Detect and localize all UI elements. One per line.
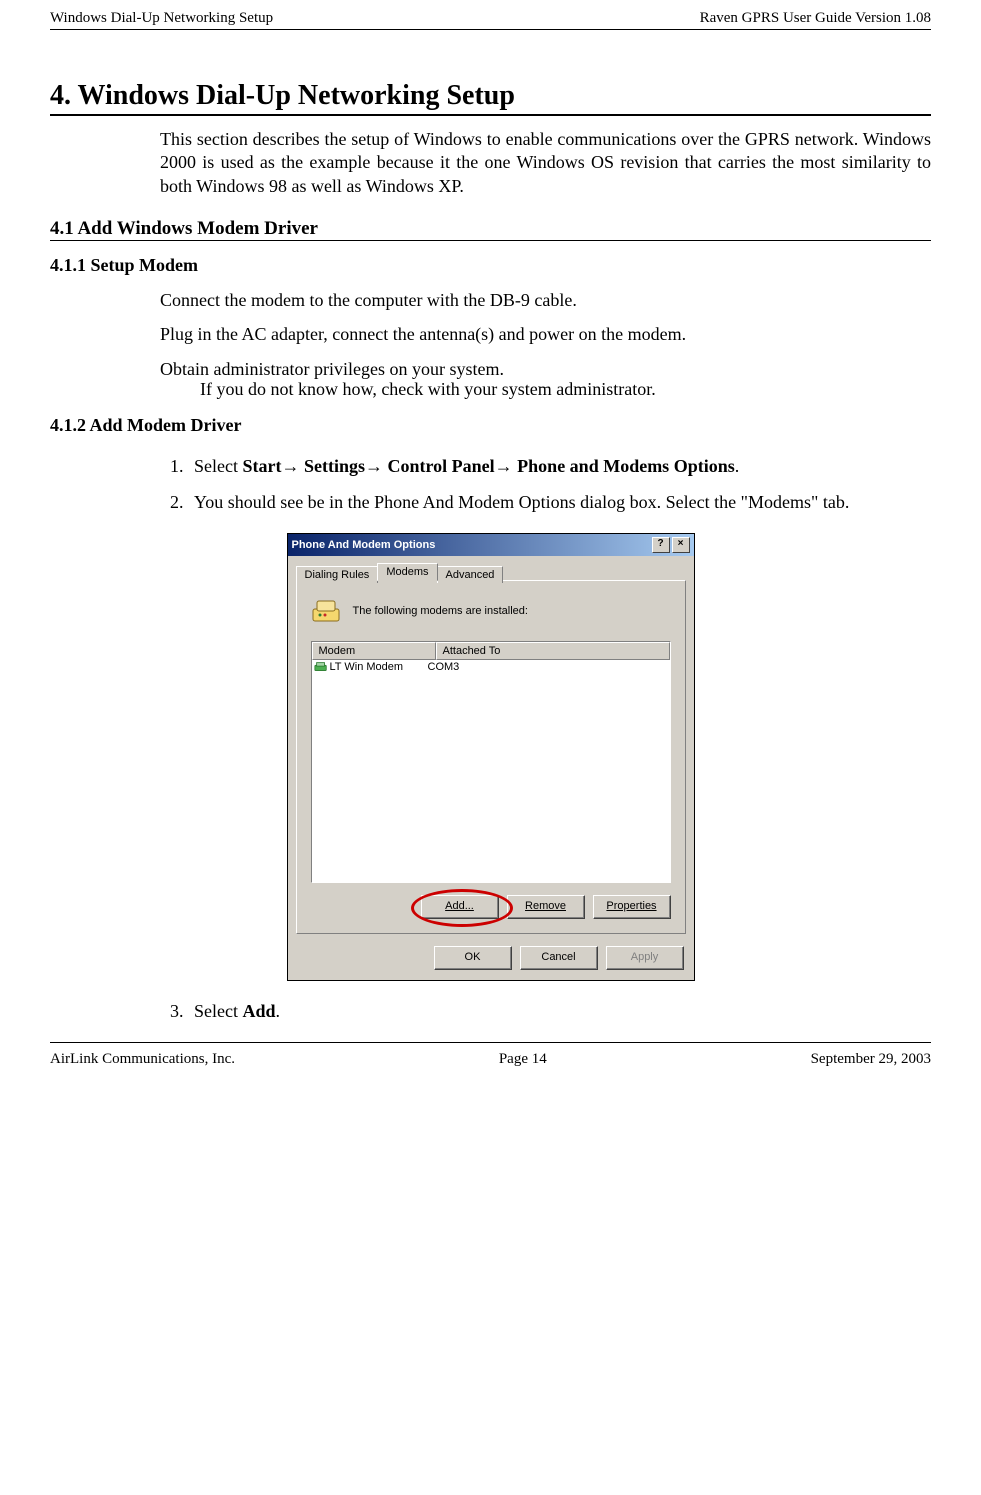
- subsection-rule: [50, 240, 931, 241]
- bold-text: Start: [242, 456, 281, 476]
- header-rule: [50, 29, 931, 30]
- bold-text: Control Panel: [383, 456, 495, 476]
- subsection-4-1-2-title: 4.1.2 Add Modem Driver: [50, 415, 931, 436]
- footer-left: AirLink Communications, Inc.: [50, 1051, 235, 1068]
- modem-name: LT Win Modem: [330, 661, 404, 673]
- add-button[interactable]: Add...: [421, 895, 499, 919]
- arrow-icon: →: [495, 456, 513, 476]
- footer-right: September 29, 2003: [811, 1051, 931, 1068]
- cancel-button[interactable]: Cancel: [520, 946, 598, 970]
- dialog-screenshot: Phone And Modem Options ? × Dialing Rule…: [50, 533, 931, 981]
- dialog-titlebar: Phone And Modem Options ? ×: [288, 534, 694, 556]
- numbered-list-continued: Select Add.: [160, 999, 931, 1024]
- dialog-title: Phone And Modem Options: [292, 539, 436, 551]
- page-header: Windows Dial-Up Networking Setup Raven G…: [50, 10, 931, 29]
- modem-port: COM3: [428, 661, 668, 673]
- header-left: Windows Dial-Up Networking Setup: [50, 10, 273, 27]
- text: .: [276, 1001, 281, 1021]
- bold-text: Add: [242, 1001, 275, 1021]
- subsection-4-1-title: 4.1 Add Windows Modem Driver: [50, 218, 931, 240]
- text: Select: [194, 1001, 242, 1021]
- tab-advanced[interactable]: Advanced: [437, 566, 504, 583]
- modem-item-icon: [314, 661, 328, 673]
- section-rule: [50, 114, 931, 116]
- column-attached-to[interactable]: Attached To: [436, 642, 670, 660]
- text: .: [735, 456, 740, 476]
- help-button[interactable]: ?: [652, 537, 670, 553]
- list-item: Select Start→ Settings→ Control Panel→ P…: [188, 454, 931, 479]
- apply-button[interactable]: Apply: [606, 946, 684, 970]
- installed-modems-label: The following modems are installed:: [353, 605, 528, 617]
- bold-text: Phone and Modems Options: [513, 456, 735, 476]
- page-footer: AirLink Communications, Inc. Page 14 Sep…: [50, 1047, 931, 1068]
- list-row[interactable]: LT Win Modem COM3: [312, 660, 670, 674]
- subsection-4-1-1-title: 4.1.1 Setup Modem: [50, 255, 931, 276]
- close-button[interactable]: ×: [672, 537, 690, 553]
- paragraph: Connect the modem to the computer with t…: [160, 288, 931, 312]
- tab-panel: The following modems are installed: Mode…: [296, 580, 686, 934]
- bold-text: Settings: [299, 456, 365, 476]
- ok-button[interactable]: OK: [434, 946, 512, 970]
- section-title: 4. Windows Dial-Up Networking Setup: [50, 80, 931, 112]
- list-item: Select Add.: [188, 999, 931, 1024]
- footer-center: Page 14: [499, 1051, 547, 1068]
- properties-button[interactable]: Properties: [593, 895, 671, 919]
- arrow-icon: →: [281, 456, 299, 476]
- arrow-icon: →: [365, 456, 383, 476]
- remove-button[interactable]: Remove: [507, 895, 585, 919]
- text: Select: [194, 456, 242, 476]
- list-header: Modem Attached To: [312, 642, 670, 660]
- tab-strip: Dialing Rules Modems Advanced: [288, 556, 694, 580]
- modem-icon: [311, 595, 343, 627]
- phone-modem-options-dialog: Phone And Modem Options ? × Dialing Rule…: [287, 533, 695, 981]
- modem-list[interactable]: Modem Attached To LT Win Modem COM3: [311, 641, 671, 883]
- paragraph-sub: If you do not know how, check with your …: [200, 377, 931, 401]
- section-intro: This section describes the setup of Wind…: [160, 128, 931, 198]
- header-right: Raven GPRS User Guide Version 1.08: [700, 10, 931, 27]
- numbered-list: Select Start→ Settings→ Control Panel→ P…: [160, 454, 931, 514]
- paragraph: Plug in the AC adapter, connect the ante…: [160, 322, 931, 346]
- dialog-footer-buttons: OK Cancel Apply: [288, 942, 694, 980]
- footer-rule: [50, 1042, 931, 1043]
- column-modem[interactable]: Modem: [312, 642, 436, 660]
- list-item: You should see be in the Phone And Modem…: [188, 490, 931, 515]
- tab-modems[interactable]: Modems: [377, 563, 437, 581]
- tab-dialing-rules[interactable]: Dialing Rules: [296, 566, 379, 583]
